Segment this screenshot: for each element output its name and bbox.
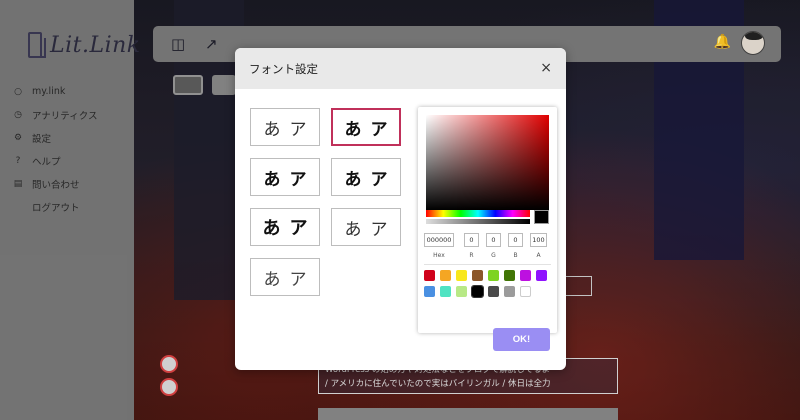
color-swatches — [424, 270, 552, 298]
b-input[interactable]: 0 — [508, 233, 523, 247]
color-swatch[interactable] — [456, 270, 467, 281]
font-option[interactable]: あア — [250, 108, 320, 146]
font-option-selected[interactable]: あア — [331, 108, 401, 146]
color-swatch[interactable] — [488, 286, 499, 297]
color-swatch[interactable] — [456, 286, 467, 297]
r-input[interactable]: 0 — [464, 233, 479, 247]
color-picker: 000000 0 0 0 100 Hex R G B A — [418, 107, 557, 333]
color-swatch[interactable] — [424, 270, 435, 281]
color-swatch[interactable] — [472, 270, 483, 281]
alpha-slider[interactable] — [426, 219, 530, 224]
font-option[interactable]: あア — [331, 208, 401, 246]
font-option[interactable]: あア — [250, 158, 320, 196]
font-option[interactable]: あア — [331, 158, 401, 196]
color-swatch[interactable] — [440, 270, 451, 281]
color-swatch[interactable] — [520, 286, 531, 297]
hex-input[interactable]: 000000 — [424, 233, 454, 247]
color-swatch[interactable] — [504, 286, 515, 297]
hex-label: Hex — [433, 252, 445, 259]
color-swatch[interactable] — [520, 270, 531, 281]
r-label: R — [469, 252, 474, 259]
color-preview — [534, 210, 549, 224]
b-label: B — [513, 252, 518, 259]
close-icon[interactable]: × — [540, 60, 552, 76]
divider — [424, 264, 551, 265]
ok-button[interactable]: OK! — [493, 328, 550, 351]
color-swatch[interactable] — [504, 270, 515, 281]
modal-header: フォント設定 — [235, 48, 566, 89]
color-swatch[interactable] — [471, 285, 484, 298]
color-swatch[interactable] — [536, 270, 547, 281]
saturation-area[interactable] — [426, 115, 549, 210]
a-label: A — [536, 252, 541, 259]
color-swatch[interactable] — [440, 286, 451, 297]
modal-title: フォント設定 — [249, 61, 318, 76]
g-input[interactable]: 0 — [486, 233, 501, 247]
font-settings-modal: フォント設定 × あア あア あア あア あア あア あア 000000 0 0… — [235, 48, 566, 370]
hue-slider[interactable] — [426, 210, 530, 217]
g-label: G — [491, 252, 496, 259]
color-swatch[interactable] — [424, 286, 435, 297]
a-input[interactable]: 100 — [530, 233, 547, 247]
color-swatch[interactable] — [488, 270, 499, 281]
font-option[interactable]: あア — [250, 208, 320, 246]
font-option[interactable]: あア — [250, 258, 320, 296]
